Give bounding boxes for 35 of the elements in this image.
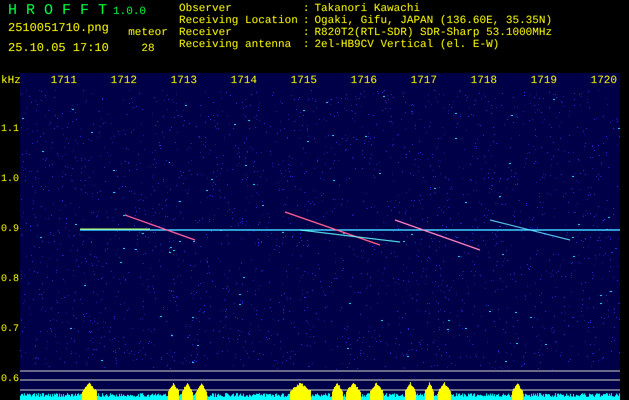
info-label: Receiver bbox=[179, 27, 233, 39]
x-axis-label: 1717 bbox=[410, 74, 438, 89]
info-value: Ogaki, Gifu, JAPAN (136.60E, 35.35N) bbox=[314, 15, 552, 27]
meteor-count: 28 bbox=[141, 43, 155, 56]
info-label: Observer bbox=[179, 3, 233, 15]
y-axis-label: 0.9 bbox=[1, 224, 20, 236]
info-separator: : bbox=[302, 15, 310, 27]
y-axis-label: 1.0 bbox=[1, 174, 20, 186]
info-value: Takanori Kawachi bbox=[314, 3, 422, 15]
info-label: Receiving Location bbox=[179, 15, 298, 27]
x-axis-label: 1720 bbox=[590, 74, 618, 89]
x-axis-label: 1716 bbox=[350, 74, 378, 89]
y-axis-label: 0.6 bbox=[1, 374, 20, 386]
info-value: 2el-HB9CV Vertical (el. E-W) bbox=[314, 39, 500, 51]
y-axis-label: 0.8 bbox=[1, 274, 20, 286]
filename-label: 2510051710.png bbox=[8, 21, 110, 35]
meteor-label: meteor bbox=[128, 27, 168, 40]
y-axis-label: 0.7 bbox=[1, 324, 20, 336]
info-separator: : bbox=[302, 27, 310, 39]
info-label: Receiving antenna bbox=[179, 39, 292, 51]
y-axis-label: 1.1 bbox=[1, 124, 20, 136]
info-value: R820T2(RTL-SDR) SDR-Sharp 53.1000MHz bbox=[314, 27, 552, 39]
axis-unit: kHz bbox=[1, 75, 21, 87]
x-axis-label: 1712 bbox=[110, 74, 138, 89]
info-separator: : bbox=[302, 3, 310, 15]
app-title: H R O F F T bbox=[8, 3, 108, 19]
x-axis-label: 1714 bbox=[230, 74, 258, 89]
version-label: 1.0.0 bbox=[113, 6, 146, 18]
x-axis-label: 1719 bbox=[530, 74, 558, 89]
datetime-label: 25.10.05 17:10 bbox=[8, 41, 110, 55]
x-axis-label: 1718 bbox=[470, 74, 498, 89]
info-separator: : bbox=[302, 39, 310, 51]
x-axis-label: 1711 bbox=[50, 74, 78, 89]
x-axis-label: 1715 bbox=[290, 74, 318, 89]
x-axis-label: 1713 bbox=[170, 74, 198, 89]
